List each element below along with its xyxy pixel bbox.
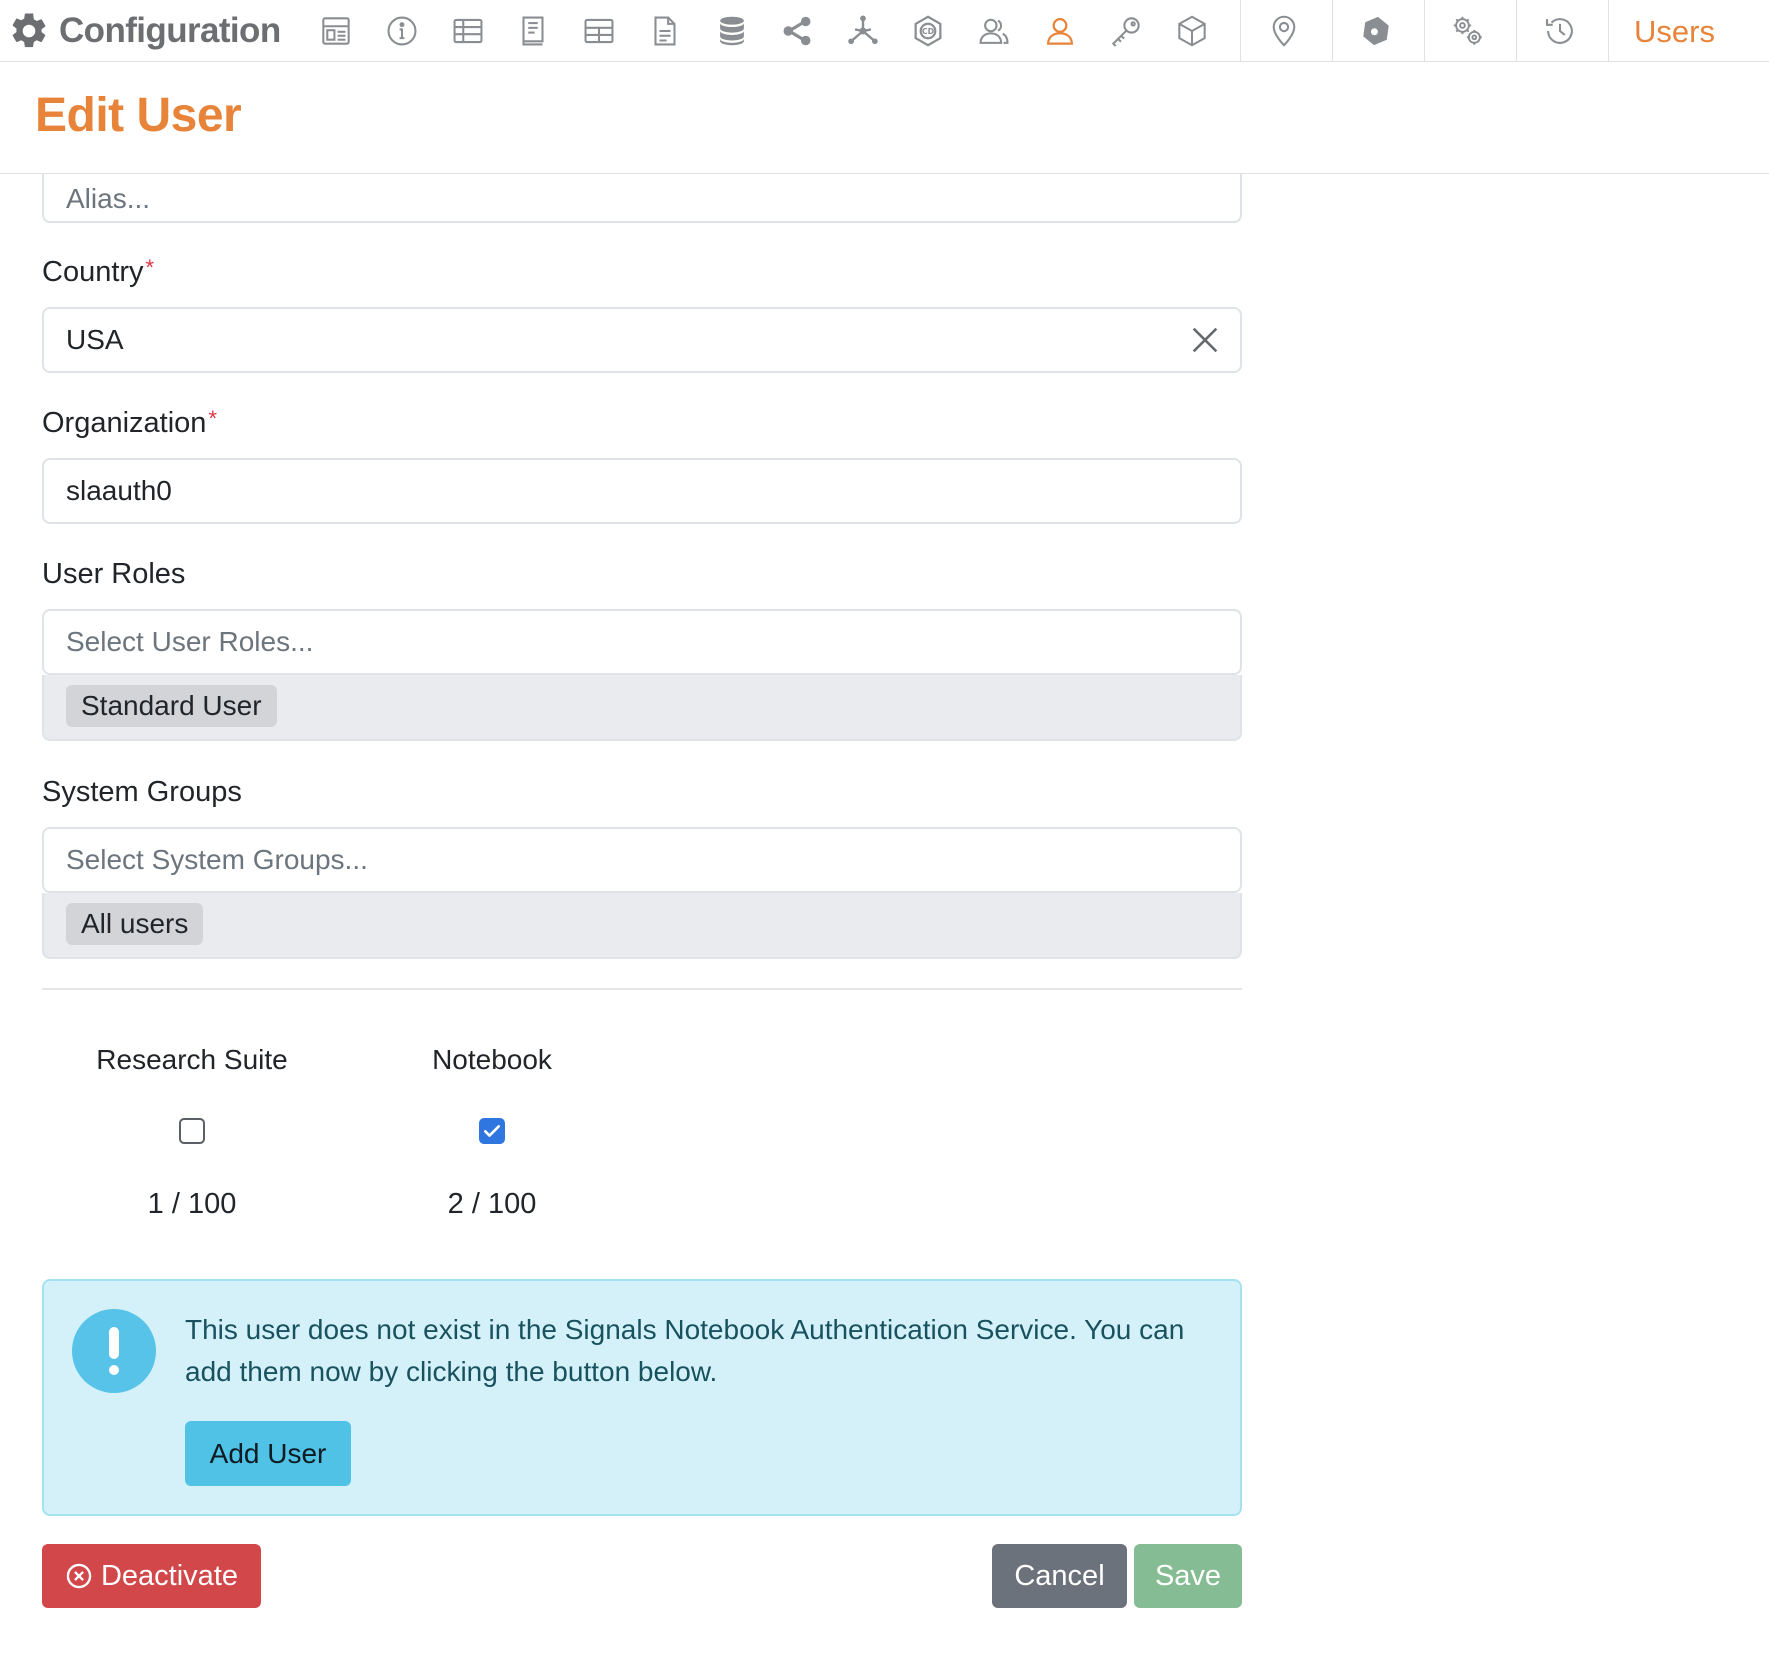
document-icon[interactable] (643, 9, 687, 53)
table-icon[interactable] (446, 9, 490, 53)
license-usage: 2 / 100 (332, 1188, 652, 1221)
cube-icon[interactable] (1170, 9, 1214, 53)
country-value: USA (66, 324, 124, 355)
toolbar-divider (1608, 0, 1609, 62)
settings-icon[interactable] (1446, 9, 1490, 53)
location-icon[interactable] (1262, 9, 1306, 53)
system-groups-placeholder: Select System Groups... (66, 844, 368, 875)
users-icon[interactable] (972, 9, 1016, 53)
user-roles-placeholder: Select User Roles... (66, 626, 314, 657)
role-chip[interactable]: Standard User (66, 685, 277, 727)
deactivate-button[interactable]: Deactivate (42, 1544, 261, 1608)
license-usage: 1 / 100 (32, 1188, 352, 1221)
info-icon[interactable] (380, 9, 424, 53)
database-icon[interactable] (710, 9, 754, 53)
grid-icon[interactable] (577, 9, 621, 53)
system-groups-selected: All users (42, 893, 1242, 959)
history-icon[interactable] (1538, 9, 1582, 53)
user-roles-selected: Standard User (42, 675, 1242, 741)
country-label: Country* (42, 255, 155, 289)
top-navbar: Configuration CD Users (0, 0, 1769, 62)
svg-text:CD: CD (922, 27, 935, 36)
gear-icon (12, 13, 46, 48)
layout-icon[interactable] (314, 9, 358, 53)
exclamation-icon (72, 1309, 156, 1393)
share-icon[interactable] (775, 9, 819, 53)
license-research-suite: Research Suite (32, 1044, 352, 1076)
add-user-button[interactable]: Add User (185, 1421, 351, 1486)
user-icon[interactable] (1038, 9, 1082, 53)
app-title: Configuration (59, 11, 281, 50)
system-groups-select[interactable]: Select System Groups... (42, 827, 1242, 893)
notebook-icon[interactable] (511, 9, 555, 53)
user-roles-label: User Roles (42, 558, 186, 590)
required-marker: * (208, 406, 217, 431)
key-icon[interactable] (1104, 9, 1148, 53)
info-alert: This user does not exist in the Signals … (42, 1279, 1242, 1516)
notebook-checkbox[interactable] (479, 1118, 505, 1144)
section-divider (42, 988, 1242, 990)
alias-placeholder: Alias... (66, 182, 151, 214)
organization-label-text: Organization (42, 407, 207, 439)
current-section-link[interactable]: Users (1634, 14, 1715, 50)
page-header: Edit User (0, 62, 1769, 174)
organization-value: slaauth0 (66, 475, 172, 506)
x-circle-icon (66, 1563, 92, 1589)
deactivate-label: Deactivate (100, 1559, 238, 1592)
check-icon (484, 1125, 500, 1137)
organization-label: Organization* (42, 406, 217, 440)
toolbar-divider (1240, 0, 1241, 62)
clear-icon[interactable] (1188, 323, 1222, 357)
page-title: Edit User (35, 89, 242, 142)
license-name: Notebook (432, 1044, 552, 1075)
license-name: Research Suite (96, 1044, 288, 1075)
save-button[interactable]: Save (1134, 1544, 1242, 1608)
toolbar-divider (1516, 0, 1517, 62)
shield-icon[interactable] (1354, 9, 1398, 53)
toolbar-divider (1332, 0, 1333, 62)
network-icon[interactable] (841, 9, 885, 53)
system-groups-label: System Groups (42, 776, 242, 808)
group-chip[interactable]: All users (66, 903, 204, 945)
organization-input[interactable]: slaauth0 (42, 458, 1242, 524)
brand[interactable]: Configuration (8, 6, 281, 56)
alert-message: This user does not exist in the Signals … (185, 1314, 1185, 1387)
cancel-button[interactable]: Cancel (992, 1544, 1127, 1608)
license-notebook: Notebook (332, 1044, 652, 1076)
user-roles-select[interactable]: Select User Roles... (42, 609, 1242, 675)
license-usage-text: 2 / 100 (447, 1188, 537, 1220)
country-select[interactable]: USA (42, 307, 1242, 373)
required-marker: * (145, 255, 155, 280)
license-usage-text: 1 / 100 (147, 1188, 237, 1220)
research-suite-checkbox[interactable] (179, 1118, 205, 1144)
cd-icon[interactable]: CD (906, 9, 950, 53)
country-label-text: Country (42, 256, 144, 288)
toolbar-divider (1424, 0, 1425, 62)
